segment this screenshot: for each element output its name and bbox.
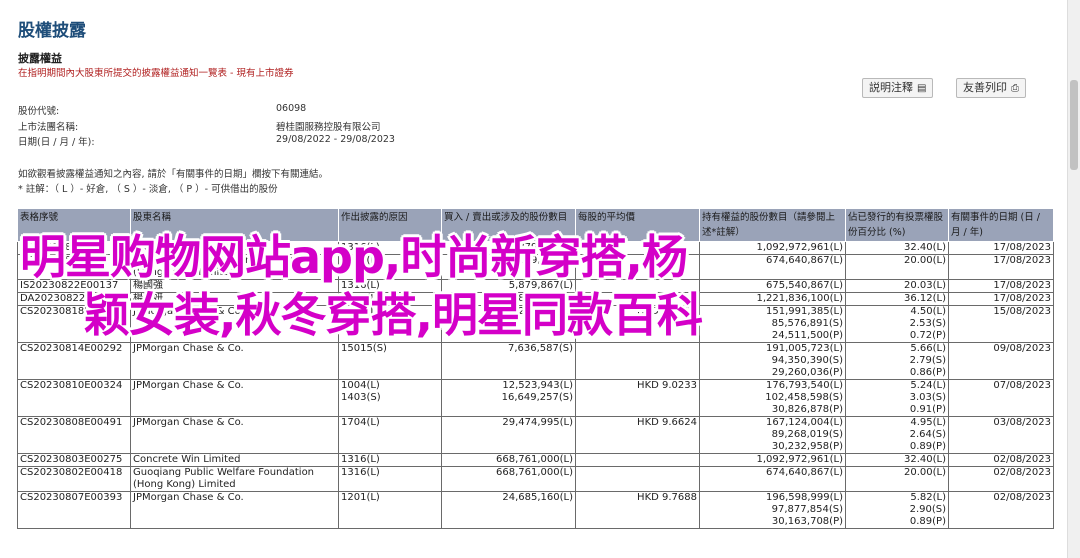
stock-code-value: 06098: [276, 103, 307, 114]
cell-reason: 1004(L) 1403(S): [338, 379, 442, 417]
table-row: CS20230808E00491 JPMorgan Chase & Co. 1704…: [17, 416, 1054, 454]
scrollbar-thumb[interactable]: [1070, 80, 1078, 170]
cell-date[interactable]: 07/08/2023: [948, 379, 1054, 417]
cell-shares: 668,761,000(L): [441, 453, 576, 467]
cell-form[interactable]: CS20230802E00418: [17, 466, 131, 492]
cell-price: HKD 9.0233: [575, 379, 700, 417]
promo-overlay-line-2: 颖女装,秋冬穿搭,明星同款百科: [84, 288, 703, 342]
table-row: CS20230810E00324 JPMorgan Chase & Co. 1004…: [17, 379, 1054, 417]
section-subtitle: 披露權益: [18, 52, 62, 65]
cell-name: JPMorgan Chase & Co.: [130, 379, 339, 417]
cell-date[interactable]: 02/08/2023: [948, 466, 1054, 492]
date-label: 日期(日 / 月 / 年):: [18, 137, 95, 148]
column-header: 有關事件的日期 (日 / 月 / 年): [948, 208, 1054, 242]
cell-reason: 1201(L): [338, 491, 442, 529]
print-button-label: 友善列印: [963, 81, 1007, 94]
printer-icon: ⎙: [1011, 83, 1019, 94]
table-row: CS20230803E00275 Concrete Win Limited 1316…: [17, 453, 1054, 467]
cell-form[interactable]: CS20230810E00324: [17, 379, 131, 417]
cell-held: 176,793,540(L) 102,458,598(S) 30,826,878…: [699, 379, 846, 417]
notes-button[interactable]: 説明注釋 ▤: [862, 78, 934, 98]
cell-price: [575, 342, 700, 380]
print-button[interactable]: 友善列印 ⎙: [956, 78, 1026, 98]
cell-reason: 1316(L): [338, 466, 442, 492]
cell-price: [575, 466, 700, 492]
cell-price: HKD 9.7688: [575, 491, 700, 529]
cell-reason: 1704(L): [338, 416, 442, 454]
cell-shares: 668,761,000(L): [441, 466, 576, 492]
cell-price: HKD 9.6624: [575, 416, 700, 454]
cell-date[interactable]: 17/08/2023: [948, 254, 1054, 280]
cell-pct: 4.95(L) 2.64(S) 0.89(P): [845, 416, 949, 454]
cell-date[interactable]: 15/08/2023: [948, 305, 1054, 343]
cell-held: 191,005,723(L) 94,350,390(S) 29,260,036(…: [699, 342, 846, 380]
promo-overlay-text: 明星购物网站app,时尚新穿搭,杨 颖女装,秋冬穿搭,明星同款百科: [20, 228, 920, 344]
section-description: 在指明期間內大股東所提交的披露權益通知一覽表 - 現有上市證券: [18, 68, 294, 79]
cell-shares: 12,523,943(L) 16,649,257(S): [441, 379, 576, 417]
cell-pct: 5.24(L) 3.03(S) 0.91(P): [845, 379, 949, 417]
cell-held: 674,640,867(L): [699, 466, 846, 492]
cell-pct: 32.40(L): [845, 453, 949, 467]
cell-pct: 5.82(L) 2.90(S) 0.89(P): [845, 491, 949, 529]
note-line-1: 如欲觀看披露權益通知之內容, 請於「有關事件的日期」欄按下有關連結。: [18, 169, 329, 180]
promo-overlay-line-1: 明星购物网站app,时尚新穿搭,杨: [20, 230, 688, 284]
cell-name: JPMorgan Chase & Co.: [130, 342, 339, 380]
table-row: CS20230814E00292 JPMorgan Chase & Co. 1501…: [17, 342, 1054, 380]
date-range-value: 29/08/2022 - 29/08/2023: [276, 134, 395, 145]
cell-held: 1,092,972,961(L): [699, 453, 846, 467]
cell-name: JPMorgan Chase & Co.: [130, 416, 339, 454]
cell-name: Guoqiang Public Welfare Foundation (Hong…: [130, 466, 339, 492]
vertical-scrollbar[interactable]: [1067, 0, 1080, 558]
cell-pct: 5.66(L) 2.79(S) 0.86(P): [845, 342, 949, 380]
page-title: 股權披露: [18, 21, 86, 41]
notes-button-label: 説明注釋: [869, 81, 913, 94]
cell-name: Concrete Win Limited: [130, 453, 339, 467]
note-line-2: * 註解：（ L ）- 好倉, （ S ）- 淡倉, （ P ）- 可供借出的股…: [18, 184, 278, 195]
cell-date[interactable]: 02/08/2023: [948, 491, 1054, 529]
cell-held: 167,124,004(L) 89,268,019(S) 30,232,958(…: [699, 416, 846, 454]
cell-date[interactable]: 03/08/2023: [948, 416, 1054, 454]
cell-date[interactable]: 17/08/2023: [948, 292, 1054, 306]
table-row: CS20230802E00418 Guoqiang Public Welfare …: [17, 466, 1054, 492]
cell-reason: 1316(L): [338, 453, 442, 467]
cell-date[interactable]: 17/08/2023: [948, 279, 1054, 293]
cell-form[interactable]: CS20230807E00393: [17, 491, 131, 529]
cell-held: 196,598,999(L) 97,877,854(S) 30,163,708(…: [699, 491, 846, 529]
cell-reason: 15015(S): [338, 342, 442, 380]
cell-price: [575, 453, 700, 467]
company-label: 上市法團名稱:: [18, 122, 79, 133]
cell-shares: 7,636,587(S): [441, 342, 576, 380]
table-row: CS20230807E00393 JPMorgan Chase & Co. 1201…: [17, 491, 1054, 529]
cell-form[interactable]: CS20230814E00292: [17, 342, 131, 380]
cell-shares: 29,474,995(L): [441, 416, 576, 454]
cell-name: JPMorgan Chase & Co.: [130, 491, 339, 529]
cell-date[interactable]: 09/08/2023: [948, 342, 1054, 380]
cell-form[interactable]: CS20230803E00275: [17, 453, 131, 467]
cell-form[interactable]: CS20230808E00491: [17, 416, 131, 454]
cell-pct: 20.00(L): [845, 466, 949, 492]
stock-code-label: 股份代號:: [18, 106, 60, 117]
company-value: 碧桂園服務控股有限公司: [276, 122, 381, 133]
document-icon: ▤: [917, 83, 927, 94]
cell-date[interactable]: 02/08/2023: [948, 453, 1054, 467]
cell-date[interactable]: 17/08/2023: [948, 241, 1054, 255]
cell-shares: 24,685,160(L): [441, 491, 576, 529]
